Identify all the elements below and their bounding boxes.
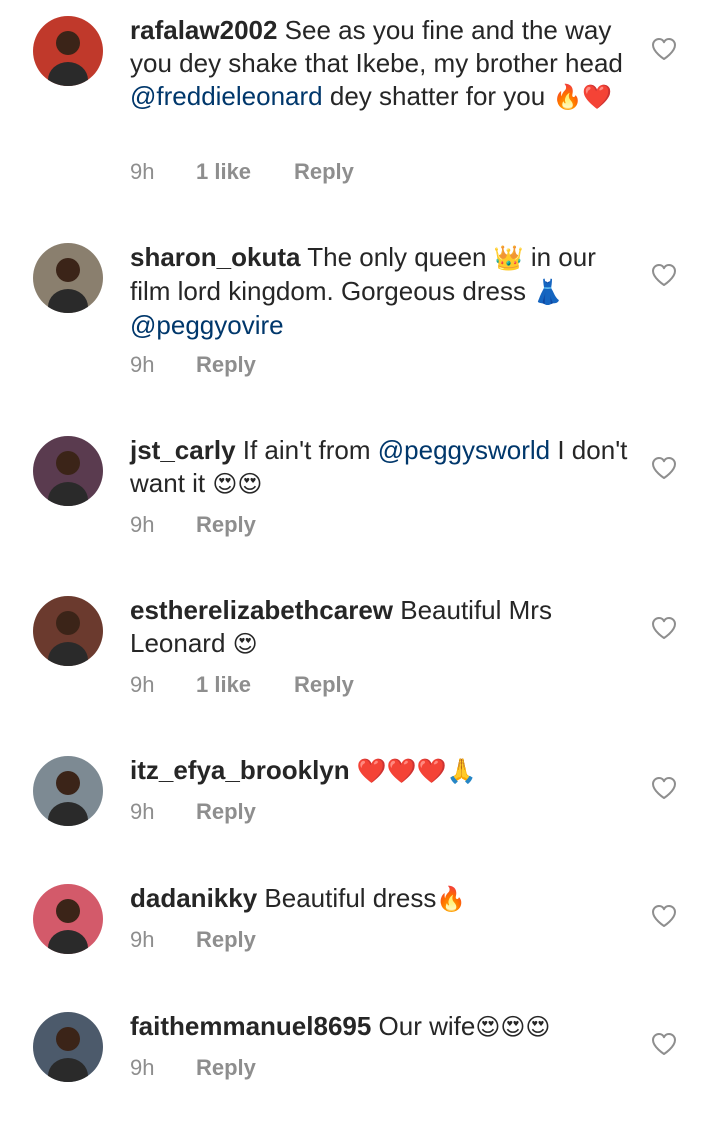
mention-link[interactable]: @peggysworld: [378, 435, 550, 465]
comment-meta: 9h Reply: [130, 797, 256, 827]
like-heart-icon[interactable]: [651, 456, 677, 480]
reply-button[interactable]: Reply: [294, 670, 354, 700]
comment-text: itz_efya_brooklyn ❤️❤️❤️🙏: [130, 754, 630, 788]
emoji: 😍😍: [212, 470, 263, 498]
comment-body: Our wife: [371, 1011, 476, 1041]
avatar[interactable]: [33, 1012, 103, 1082]
comment-meta: 9h 1 like Reply: [130, 157, 354, 187]
comment-body: dey shatter for you: [322, 81, 553, 111]
avatar[interactable]: [33, 16, 103, 86]
reply-button[interactable]: Reply: [294, 157, 354, 187]
comment-timestamp: 9h: [130, 799, 155, 824]
emoji: 👗: [533, 278, 564, 306]
avatar[interactable]: [33, 436, 103, 506]
emoji: ❤️❤️❤️🙏: [356, 757, 477, 785]
like-heart-icon[interactable]: [651, 263, 677, 287]
reply-button[interactable]: Reply: [196, 797, 256, 827]
comment-text: sharon_okuta The only queen 👑 in our fil…: [130, 241, 630, 342]
comment-body: The only queen: [300, 242, 494, 272]
like-count[interactable]: 1 like: [196, 157, 294, 187]
comment-timestamp: 9h: [130, 672, 155, 697]
reply-button[interactable]: Reply: [196, 350, 256, 380]
comment-text: faithemmanuel8695 Our wife😍😍😍: [130, 1010, 630, 1044]
comment-username[interactable]: jst_carly: [130, 435, 236, 465]
mention-link[interactable]: @freddieleonard: [130, 81, 323, 111]
emoji: 😍: [232, 630, 258, 658]
comment-timestamp: 9h: [130, 927, 155, 952]
comment-body: Beautiful dress: [257, 883, 437, 913]
emoji: 👑: [493, 244, 524, 272]
comment-username[interactable]: faithemmanuel8695: [130, 1011, 371, 1041]
avatar[interactable]: [33, 756, 103, 826]
comment-meta: 9h Reply: [130, 350, 256, 380]
comment-timestamp: 9h: [130, 159, 155, 184]
like-count[interactable]: 1 like: [196, 670, 294, 700]
like-heart-icon[interactable]: [651, 776, 677, 800]
comment-timestamp: 9h: [130, 1055, 155, 1080]
comment-username[interactable]: sharon_okuta: [130, 242, 301, 272]
emoji: 😍😍😍: [475, 1013, 551, 1041]
comment-username[interactable]: dadanikky: [130, 883, 257, 913]
comment-meta: 9h Reply: [130, 1053, 256, 1083]
comment-meta: 9h Reply: [130, 925, 256, 955]
comment-username[interactable]: itz_efya_brooklyn: [130, 755, 350, 785]
comment-meta: 9h 1 like Reply: [130, 670, 354, 700]
comment-meta: 9h Reply: [130, 510, 256, 540]
emoji: 🔥❤️: [552, 83, 613, 111]
avatar[interactable]: [33, 884, 103, 954]
like-heart-icon[interactable]: [651, 1032, 677, 1056]
comment-timestamp: 9h: [130, 512, 155, 537]
emoji: 🔥: [436, 885, 467, 913]
avatar[interactable]: [33, 243, 103, 313]
reply-button[interactable]: Reply: [196, 510, 256, 540]
comment-text: estherelizabethcarew Beautiful Mrs Leona…: [130, 594, 630, 661]
comment-body: If ain't from: [235, 435, 378, 465]
reply-button[interactable]: Reply: [196, 925, 256, 955]
comment-text: dadanikky Beautiful dress🔥: [130, 882, 630, 916]
avatar[interactable]: [33, 596, 103, 666]
comment-text: rafalaw2002 See as you fine and the way …: [130, 14, 630, 114]
mention-link[interactable]: @peggyovire: [130, 310, 284, 340]
like-heart-icon[interactable]: [651, 904, 677, 928]
comment-text: jst_carly If ain't from @peggysworld I d…: [130, 434, 630, 501]
comment-username[interactable]: rafalaw2002: [130, 15, 277, 45]
reply-button[interactable]: Reply: [196, 1053, 256, 1083]
comment-body: [350, 755, 357, 785]
like-heart-icon[interactable]: [651, 616, 677, 640]
comment-username[interactable]: estherelizabethcarew: [130, 595, 393, 625]
like-heart-icon[interactable]: [651, 37, 677, 61]
comment-timestamp: 9h: [130, 352, 155, 377]
